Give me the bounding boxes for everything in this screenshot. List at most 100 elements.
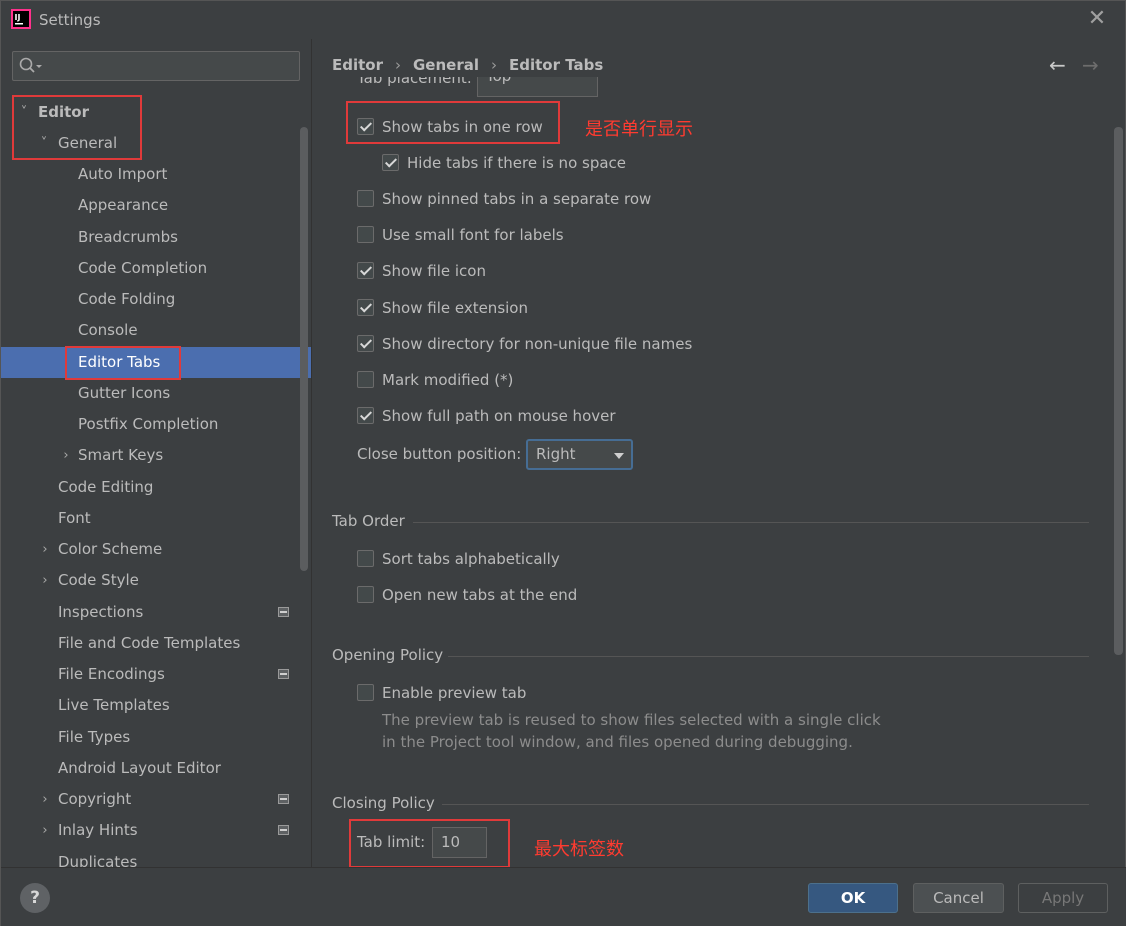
annotation-box-editor-tabs	[65, 346, 181, 380]
project-scope-icon	[278, 607, 289, 617]
tree-item-copyright[interactable]: › Copyright	[1, 784, 311, 815]
tree-item-appearance[interactable]: Appearance	[1, 190, 311, 221]
dropdown-caret-icon	[614, 453, 624, 459]
breadcrumb-item[interactable]: General	[413, 56, 479, 74]
checkbox-label: Sort tabs alphabetically	[382, 550, 560, 568]
tree-item-label: Gutter Icons	[78, 384, 171, 402]
tree-item-label: Code Style	[58, 571, 139, 589]
tree-item-label: Color Scheme	[58, 540, 163, 558]
checkbox-label: Show pinned tabs in a separate row	[382, 190, 652, 208]
tree-item-label: Appearance	[78, 196, 169, 214]
tree-item-label: Inlay Hints	[58, 821, 138, 839]
tree-item-label: Inspections	[58, 603, 144, 621]
section-title-tab-order: Tab Order	[332, 512, 405, 530]
tab-placement-select[interactable]: Top	[477, 77, 598, 97]
tree-item-label: File and Code Templates	[58, 634, 241, 652]
tree-item-label: Code Completion	[78, 259, 208, 277]
forward-arrow-icon[interactable]: →	[1082, 53, 1104, 77]
tree-item-label: Font	[58, 509, 91, 527]
tree-item-code-editing[interactable]: Code Editing	[1, 472, 311, 503]
checkbox-label: Open new tabs at the end	[382, 586, 578, 604]
tree-item-label: Auto Import	[78, 165, 168, 183]
tree-item-label: Live Templates	[58, 696, 170, 714]
apply-button[interactable]: Apply	[1018, 883, 1108, 913]
sidebar-scrollbar[interactable]	[300, 127, 308, 571]
checkbox[interactable]	[357, 586, 374, 603]
content-scrollbar[interactable]	[1114, 127, 1123, 655]
section-title-closing-policy: Closing Policy	[332, 794, 435, 812]
checkbox[interactable]	[357, 684, 374, 701]
settings-dialog: IJ Settings ✕ ˅ Editor ˅ General Auto Im…	[0, 0, 1126, 926]
help-icon[interactable]: ?	[20, 883, 50, 913]
checkbox[interactable]	[357, 371, 374, 388]
tree-item-postfix-completion[interactable]: Postfix Completion	[1, 409, 311, 440]
tree-item-label: Duplicates	[58, 853, 138, 867]
checkbox-label: Hide tabs if there is no space	[407, 154, 627, 172]
tree-item-code-completion[interactable]: Code Completion	[1, 253, 311, 284]
checkbox-label: Show full path on mouse hover	[382, 407, 616, 425]
tree-item-android-layout-editor[interactable]: Android Layout Editor	[1, 753, 311, 784]
intellij-app-icon: IJ	[11, 9, 31, 29]
tree-item-breadcrumbs[interactable]: Breadcrumbs	[1, 222, 311, 253]
breadcrumb-item[interactable]: Editor	[332, 56, 383, 74]
checkbox[interactable]	[357, 407, 374, 424]
tree-item-file-types[interactable]: File Types	[1, 722, 311, 753]
checkbox-label: Mark modified (*)	[382, 371, 514, 389]
breadcrumb-separator: ›	[491, 56, 497, 74]
settings-search[interactable]	[12, 51, 300, 81]
tree-item-label: Postfix Completion	[78, 415, 219, 433]
preview-tab-help-line2: in the Project tool window, and files op…	[382, 733, 853, 751]
tree-item-color-scheme[interactable]: › Color Scheme	[1, 534, 311, 565]
tree-item-label: File Encodings	[58, 665, 165, 683]
tree-item-label: Android Layout Editor	[58, 759, 221, 777]
annotation-box-editor-general	[12, 95, 142, 160]
checkbox-label: Enable preview tab	[382, 684, 527, 702]
tree-item-console[interactable]: Console	[1, 315, 311, 346]
tree-item-font[interactable]: Font	[1, 503, 311, 534]
chevron-right-icon: ›	[42, 792, 48, 807]
tree-item-gutter-icons[interactable]: Gutter Icons	[1, 378, 311, 409]
tree-item-file-and-code-templates[interactable]: File and Code Templates	[1, 628, 311, 659]
breadcrumb-item: Editor Tabs	[509, 56, 604, 74]
checkbox[interactable]	[382, 154, 399, 171]
tree-item-code-folding[interactable]: Code Folding	[1, 284, 311, 315]
annotation-text-one-row: 是否单行显示	[585, 119, 693, 140]
back-arrow-icon[interactable]: ←	[1049, 53, 1071, 77]
checkbox[interactable]	[357, 335, 374, 352]
checkbox[interactable]	[357, 226, 374, 243]
close-icon[interactable]: ✕	[1085, 7, 1109, 31]
settings-sidebar: ˅ Editor ˅ General Auto Import Appearanc…	[1, 39, 311, 867]
tree-item-code-style[interactable]: › Code Style	[1, 565, 311, 596]
tree-item-inlay-hints[interactable]: › Inlay Hints	[1, 815, 311, 846]
section-divider	[442, 804, 1089, 805]
tree-item-smart-keys[interactable]: › Smart Keys	[1, 440, 311, 471]
tree-item-auto-import[interactable]: Auto Import	[1, 159, 311, 190]
checkbox[interactable]	[357, 190, 374, 207]
chevron-right-icon: ›	[42, 542, 48, 557]
annotation-box-tab-limit	[349, 819, 510, 867]
chevron-right-icon: ›	[63, 448, 69, 463]
tree-item-live-templates[interactable]: Live Templates	[1, 690, 311, 721]
tree-item-label: Breadcrumbs	[78, 228, 178, 246]
tree-item-label: Smart Keys	[78, 446, 164, 464]
chevron-right-icon: ›	[42, 573, 48, 588]
section-divider	[413, 522, 1089, 523]
close-button-position-select[interactable]: Right	[526, 439, 633, 470]
tab-placement-label: Tab placement:	[357, 77, 472, 87]
ok-button[interactable]: OK	[808, 883, 898, 913]
project-scope-icon	[278, 825, 289, 835]
checkbox[interactable]	[357, 550, 374, 567]
checkbox[interactable]	[357, 262, 374, 279]
settings-content: Editor › General › Editor Tabs ← → Tab place…	[312, 39, 1125, 867]
cancel-button[interactable]: Cancel	[913, 883, 1004, 913]
tree-item-duplicates[interactable]: Duplicates	[1, 847, 311, 867]
window-title: Settings	[39, 11, 101, 29]
dialog-footer: ? OK Cancel Apply	[1, 867, 1126, 926]
checkbox[interactable]	[357, 299, 374, 316]
section-divider	[448, 656, 1089, 657]
tree-item-inspections[interactable]: Inspections	[1, 597, 311, 628]
tree-item-label: Console	[78, 321, 138, 339]
chevron-right-icon: ›	[42, 823, 48, 838]
tree-item-file-encodings[interactable]: File Encodings	[1, 659, 311, 690]
search-input[interactable]	[47, 55, 287, 77]
